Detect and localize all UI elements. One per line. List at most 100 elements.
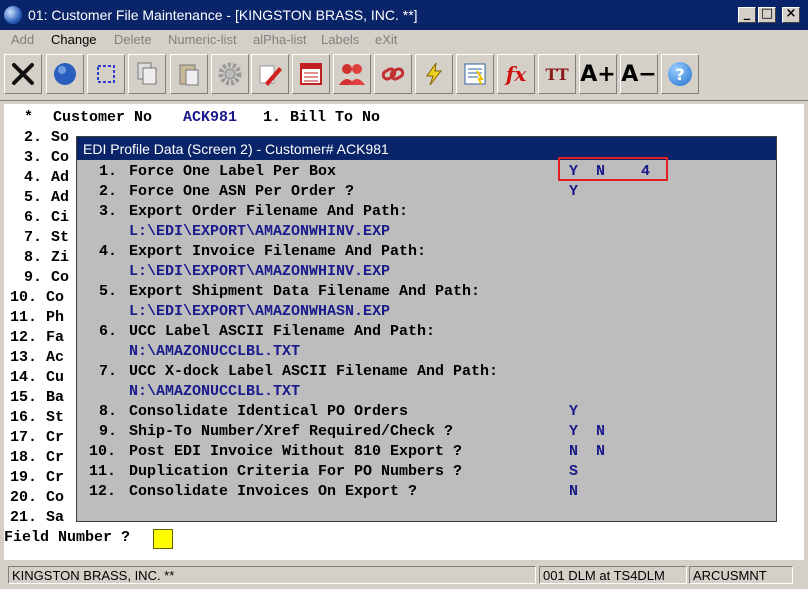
dialog-item-number: 2. — [99, 183, 118, 200]
highlight-box — [558, 157, 668, 181]
field-label: 4. Ad — [24, 169, 70, 186]
close-window-button[interactable]: × — [782, 6, 800, 23]
menu-exit[interactable]: eXit — [375, 32, 397, 47]
dialog-item-value[interactable]: Y — [569, 182, 578, 202]
paste-button[interactable] — [170, 54, 208, 94]
dialog-item-label: Export Shipment Data Filename And Path: — [129, 283, 481, 300]
field-number-input[interactable] — [153, 529, 173, 549]
menu-alpha-list[interactable]: alPha-list — [253, 32, 306, 47]
link-icon — [381, 67, 405, 81]
status-company: KINGSTON BRASS, INC. ** — [8, 566, 536, 584]
field-label: 14. Cu — [10, 369, 65, 386]
dialog-item-path[interactable]: L:\EDI\EXPORT\AMAZONWHINV.EXP — [129, 222, 390, 242]
minimize-button[interactable]: _ — [738, 6, 756, 23]
dialog-item-path[interactable]: N:\AMAZONUCCLBL.TXT — [129, 382, 300, 402]
dialog-item-value[interactable]: N N — [569, 442, 605, 462]
dialog-item-number: 10. — [89, 443, 117, 460]
dialog-item-value[interactable]: Y — [569, 402, 578, 422]
notes-icon — [464, 63, 486, 85]
edit-button[interactable] — [251, 54, 289, 94]
field-label: 11. Ph — [10, 309, 65, 326]
edi-profile-dialog: EDI Profile Data (Screen 2) - Customer# … — [76, 136, 777, 522]
minimize-icon: _ — [743, 6, 751, 21]
status-bar: KINGSTON BRASS, INC. ** 001 DLM at TS4DL… — [0, 561, 808, 589]
field-label: 7. St — [24, 229, 70, 246]
function-button[interactable]: fx — [497, 54, 535, 94]
dialog-item-label: Force One Label Per Box — [129, 163, 337, 180]
dialog-item-value[interactable]: S — [569, 462, 578, 482]
link-button[interactable] — [374, 54, 412, 94]
help-button[interactable]: ? — [661, 54, 699, 94]
dialog-item-number: 3. — [99, 203, 118, 220]
settings-gear-icon — [218, 62, 242, 86]
dialog-item-path[interactable]: N:\AMAZONUCCLBL.TXT — [129, 342, 300, 362]
field-label: 9. Co — [24, 269, 70, 286]
font-increase-button[interactable]: A+ — [579, 54, 617, 94]
maximize-icon: □ — [760, 6, 774, 21]
dialog-item-number: 5. — [99, 283, 118, 300]
dialog-item-number: 8. — [99, 403, 118, 420]
field-label: 19. Cr — [10, 469, 65, 486]
header-star: * — [24, 109, 34, 126]
dialog-title: EDI Profile Data (Screen 2) - Customer# … — [83, 141, 389, 157]
field-label: 5. Ad — [24, 189, 70, 206]
help-icon: ? — [668, 62, 692, 86]
copy-button[interactable] — [128, 54, 166, 94]
field-label: 10. Co — [10, 289, 65, 306]
dialog-item-number: 12. — [89, 483, 117, 500]
help-label: ? — [675, 64, 685, 84]
customer-no-value: ACK981 — [183, 109, 238, 126]
copy-icon — [137, 62, 157, 85]
dialog-item-value[interactable]: Y N — [569, 422, 605, 442]
field-label: 12. Fa — [10, 329, 65, 346]
text-size-button[interactable]: TT — [538, 54, 576, 94]
dialog-title-bar: EDI Profile Data (Screen 2) - Customer# … — [77, 137, 776, 160]
dialog-item-value[interactable]: N — [569, 482, 578, 502]
dialog-item-label: Force One ASN Per Order ? — [129, 183, 355, 200]
customer-no-label: Customer No — [53, 109, 153, 126]
calendar-icon — [300, 63, 322, 85]
close-button[interactable] — [4, 54, 42, 94]
select-button[interactable] — [87, 54, 125, 94]
app-globe-icon — [4, 6, 22, 24]
field-label: 17. Cr — [10, 429, 65, 446]
dialog-item-label: Export Order Filename And Path: — [129, 203, 409, 220]
paste-icon — [179, 64, 199, 86]
dialog-item-label: UCC Label ASCII Filename And Path: — [129, 323, 436, 340]
dialog-item-label: Export Invoice Filename And Path: — [129, 243, 427, 260]
status-program: ARCUSMNT — [689, 566, 793, 584]
lightning-button[interactable] — [415, 54, 453, 94]
menu-change[interactable]: Change — [51, 32, 97, 47]
menu-bar: Add Change Delete Numeric-list alPha-lis… — [0, 30, 808, 50]
dialog-item-label: Consolidate Invoices On Export ? — [129, 483, 418, 500]
edit-pencil-icon — [259, 65, 282, 86]
dialog-item-number: 1. — [99, 163, 118, 180]
field-label: 3. Co — [24, 149, 70, 166]
field-label: 20. Co — [10, 489, 65, 506]
title-bar: 01: Customer File Maintenance - [KINGSTO… — [0, 0, 808, 30]
notes-button[interactable] — [456, 54, 494, 94]
dialog-item-number: 9. — [99, 423, 118, 440]
field-label: 13. Ac — [10, 349, 65, 366]
close-icon — [12, 63, 34, 85]
field-label: 15. Ba — [10, 389, 65, 406]
lightning-icon — [426, 62, 443, 86]
settings-button[interactable] — [211, 54, 249, 94]
bill-to-label: 1. Bill To No — [263, 109, 381, 126]
globe-button[interactable] — [46, 54, 84, 94]
menu-add[interactable]: Add — [11, 32, 34, 47]
dialog-item-label: Post EDI Invoice Without 810 Export ? — [129, 443, 463, 460]
dialog-item-path[interactable]: L:\EDI\EXPORT\AMAZONWHASN.EXP — [129, 302, 390, 322]
menu-labels[interactable]: Labels — [321, 32, 359, 47]
maximize-button[interactable]: □ — [758, 6, 776, 23]
dialog-item-path[interactable]: L:\EDI\EXPORT\AMAZONWHINV.EXP — [129, 262, 390, 282]
field-label: 16. St — [10, 409, 65, 426]
toolbar: fx TT A+ A− ? — [0, 50, 808, 101]
menu-numeric-list[interactable]: Numeric-list — [168, 32, 237, 47]
window-title: 01: Customer File Maintenance - [KINGSTO… — [28, 7, 418, 23]
calendar-button[interactable] — [292, 54, 330, 94]
dialog-item-label: Consolidate Identical PO Orders — [129, 403, 409, 420]
menu-delete[interactable]: Delete — [114, 32, 152, 47]
font-decrease-button[interactable]: A− — [620, 54, 658, 94]
users-button[interactable] — [333, 54, 371, 94]
